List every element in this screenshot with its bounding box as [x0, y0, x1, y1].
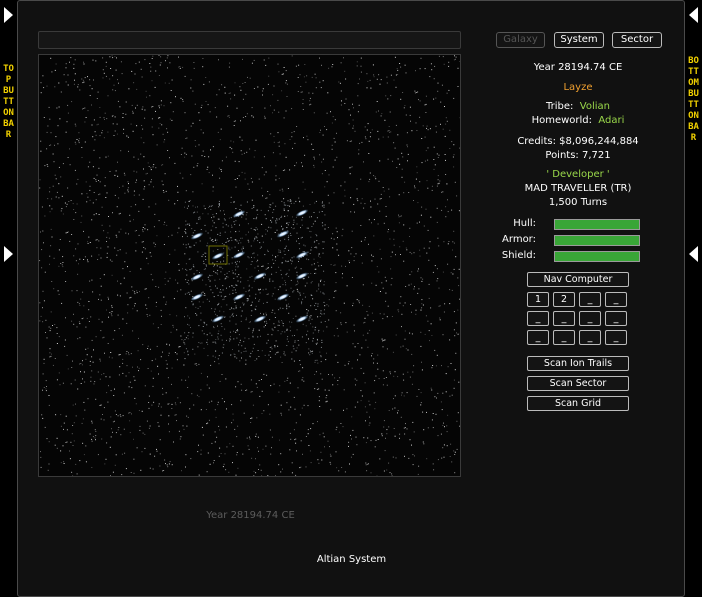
tab-galaxy[interactable]: Galaxy [496, 32, 545, 48]
sector-map[interactable] [38, 54, 461, 477]
credits: Credits: $8,096,244,884 [517, 136, 639, 147]
galaxy-icon[interactable] [232, 209, 247, 219]
tribe-value: Volian [579, 101, 610, 112]
nav-slot-button[interactable]: _ [579, 311, 601, 326]
system-name: Altian System [316, 554, 387, 565]
nav-slot-button[interactable]: _ [553, 311, 575, 326]
top-button-bar-label[interactable]: TOP BUTTON BAR [2, 64, 15, 141]
galaxy-icon[interactable] [190, 292, 205, 302]
homeworld-label: Homeworld: [531, 115, 593, 126]
hull-row: Hull: [498, 218, 658, 230]
expand-right-arrow-icon[interactable] [4, 7, 13, 23]
message-bar [38, 31, 461, 49]
hull-bar [554, 219, 640, 230]
shield-bar-fill [555, 252, 639, 261]
nav-slot-button[interactable]: _ [605, 311, 627, 326]
homeworld-line: Homeworld: Adari [498, 115, 658, 126]
bottom-button-bar-label[interactable]: BOTTOM BUTTON BAR [687, 56, 700, 144]
galaxy-icon[interactable] [295, 314, 310, 324]
expand-right-arrow-icon[interactable] [4, 246, 13, 262]
starfield [39, 55, 460, 476]
scan-grid-button[interactable]: Scan Grid [527, 396, 629, 411]
homeworld-value: Adari [598, 115, 625, 126]
player-title: MAD TRAVELLER (TR) [524, 183, 632, 194]
galaxy-icon[interactable] [276, 292, 291, 302]
hull-bar-fill [555, 220, 639, 229]
armor-row: Armor: [498, 234, 658, 246]
armor-bar [554, 235, 640, 246]
current-year: Year 28194.74 CE [533, 62, 623, 73]
background-stars [39, 55, 460, 476]
nav-slot-button[interactable]: _ [579, 330, 601, 345]
scan-ion-trails-button[interactable]: Scan Ion Trails [527, 356, 629, 371]
galaxy-icon[interactable] [232, 292, 247, 302]
nav-slot-button[interactable]: _ [527, 330, 549, 345]
tribe-label: Tribe: [546, 101, 574, 112]
shield-label: Shield: [501, 250, 536, 261]
left-button-bar: TOP BUTTON BAR [0, 0, 17, 597]
player-name: Layze [563, 82, 593, 93]
tab-sector[interactable]: Sector [612, 32, 662, 48]
expand-left-arrow-icon[interactable] [689, 7, 698, 23]
main-panel: Year 28194.74 CE Altian System Galaxy Sy… [17, 0, 685, 597]
shield-bar [554, 251, 640, 262]
nav-slot-button[interactable]: _ [605, 330, 627, 345]
scan-sector-button[interactable]: Scan Sector [527, 376, 629, 391]
galaxy-icon[interactable] [295, 208, 310, 218]
expand-left-arrow-icon[interactable] [689, 246, 698, 262]
nav-computer-button[interactable]: Nav Computer [527, 272, 629, 287]
nav-slot-button[interactable]: 1 [527, 292, 549, 307]
armor-bar-fill [555, 236, 639, 245]
nav-slot-button[interactable]: _ [605, 292, 627, 307]
galaxy-icon[interactable] [253, 271, 268, 281]
points: Points: 7,721 [545, 150, 611, 161]
armor-label: Armor: [502, 234, 536, 245]
hull-label: Hull: [513, 218, 536, 229]
map-year-caption: Year 28194.74 CE [206, 510, 295, 521]
galaxy-icon[interactable] [211, 251, 226, 261]
tribe-line: Tribe: Volian [498, 101, 658, 112]
nav-slot-button[interactable]: _ [553, 330, 575, 345]
galaxy-icon[interactable] [232, 250, 247, 260]
right-button-bar: BOTTOM BUTTON BAR [685, 0, 702, 597]
galaxy-icon[interactable] [253, 314, 268, 324]
galaxy-icon[interactable] [211, 314, 226, 324]
shield-row: Shield: [498, 250, 658, 262]
nav-slot-button[interactable]: _ [527, 311, 549, 326]
nav-slot-button[interactable]: _ [579, 292, 601, 307]
tab-system[interactable]: System [554, 32, 604, 48]
rank-badge: ' Developer ' [546, 169, 610, 180]
nav-slot-button[interactable]: 2 [553, 292, 575, 307]
turns: 1,500 Turns [548, 197, 608, 208]
